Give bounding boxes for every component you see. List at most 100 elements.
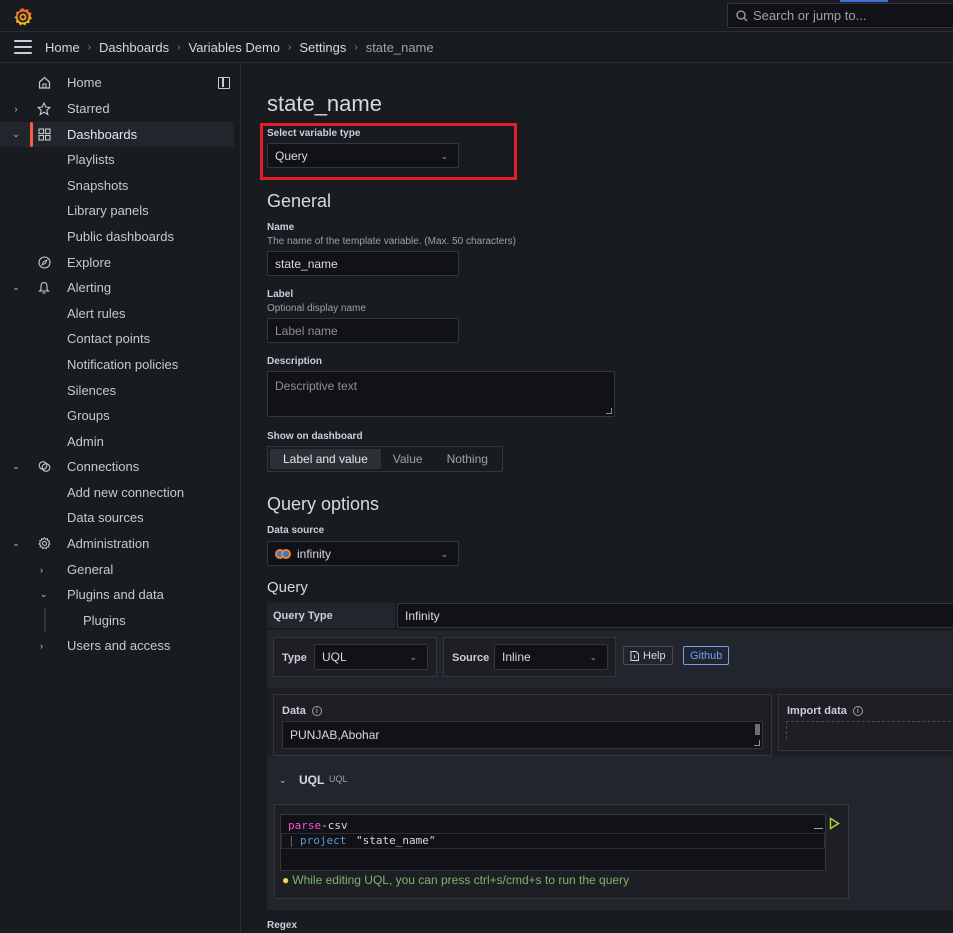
sidebar-item-data-sources[interactable]: Data sources [0,505,234,530]
sidebar-item-snapshots[interactable]: Snapshots [0,173,234,198]
sidebar-item-administration[interactable]: ⌄ Administration [0,531,234,556]
regex-label: Regex [267,920,298,931]
page-title: state_name [267,91,382,116]
nav-bar: Home › Dashboards › Variables Demo › Set… [0,32,953,63]
info-icon[interactable]: i [311,706,322,717]
sidebar-item-connections[interactable]: ⌄ Connections [0,454,234,479]
scrollbar-thumb[interactable] [755,724,760,735]
label-label: Label [267,289,294,300]
star-icon [37,101,51,116]
sidebar-item-public-dashboards[interactable]: Public dashboards [0,224,234,249]
sidebar-item-admin[interactable]: Admin [0,429,234,454]
sidebar-item-plugins[interactable]: Plugins [0,608,234,633]
search-placeholder: Search or jump to... [753,8,867,23]
menu-icon[interactable] [14,40,32,54]
chevron-right-icon[interactable]: › [11,104,21,114]
sidebar-item-home[interactable]: Home [0,70,234,95]
info-icon[interactable]: i [852,706,863,717]
chevron-down-icon: ⌄ [589,652,597,662]
sidebar-item-contact-points[interactable]: Contact points [0,326,234,351]
option-nothing[interactable]: Nothing [435,449,500,469]
chevron-down-icon: ⌄ [440,151,448,161]
search-icon [736,9,748,21]
chevron-down-icon: ⌄ [440,549,448,559]
file-drop-zone[interactable] [786,721,953,739]
sidebar-item-silences[interactable]: Silences [0,378,234,403]
document-info-icon [630,650,639,661]
import-data-label: Import data i [787,705,863,717]
sidebar: Home › Starred ⌄ Dashboards Playlists Sn… [0,64,241,933]
query-type-label: Query Type [267,603,395,628]
uql-tip: ● While editing UQL, you can press ctrl+s… [282,873,630,887]
variable-type-select[interactable]: Query ⌄ [267,143,459,168]
option-label-and-value[interactable]: Label and value [270,449,381,469]
resize-handle-icon[interactable] [606,408,612,414]
run-query-icon[interactable] [829,817,840,830]
name-description: The name of the template variable. (Max.… [267,236,517,247]
infinity-datasource-icon [275,548,291,559]
top-bar: Search or jump to... [0,0,953,32]
grafana-logo-icon[interactable] [12,6,34,28]
option-value[interactable]: Value [381,449,435,469]
sidebar-item-dashboards[interactable]: ⌄ Dashboards [0,122,234,147]
label-input[interactable]: Label name [267,318,459,343]
data-source-label: Data source [267,525,325,536]
github-button[interactable]: Github [683,646,730,665]
type-field-group: Type UQL ⌄ [273,637,437,677]
resize-handle-icon[interactable] [754,740,760,746]
breadcrumb: Home › Dashboards › Variables Demo › Set… [45,40,434,55]
sidebar-item-groups[interactable]: Groups [0,403,234,428]
compass-icon [37,256,51,270]
source-label: Source [452,652,490,664]
sidebar-item-starred[interactable]: › Starred [0,96,234,121]
chevron-right-icon: › [87,41,92,53]
help-button[interactable]: Help [623,646,673,665]
type-select[interactable]: UQL ⌄ [314,644,428,670]
lightbulb-icon: ● [282,873,290,887]
breadcrumb-dashboards[interactable]: Dashboards [99,40,169,55]
sidebar-item-alerting[interactable]: ⌄ Alerting [0,275,234,300]
chevron-down-icon[interactable]: ⌄ [11,538,21,549]
data-textarea[interactable]: PUNJAB,Abohar [282,721,763,749]
sidebar-item-alert-rules[interactable]: Alert rules [0,301,234,326]
main-content: state_name Select variable type Query ⌄ … [242,64,953,933]
sidebar-item-add-new-connection[interactable]: Add new connection [0,480,234,505]
apps-icon [37,128,51,142]
search-input[interactable]: Search or jump to... [727,3,953,28]
chevron-right-icon[interactable]: › [40,565,43,575]
sidebar-item-explore[interactable]: Explore [0,250,234,275]
type-label: Type [282,652,307,664]
data-label: Data i [282,705,322,717]
sidebar-item-users-and-access[interactable]: › Users and access [0,633,234,658]
chevron-down-icon[interactable]: ⌄ [11,282,21,293]
chevron-down-icon: ⌄ [409,652,417,662]
description-textarea[interactable]: Descriptive text [267,371,615,417]
uql-code-editor[interactable]: parse-csv | project "state_name" [280,814,826,871]
chevron-down-icon[interactable]: ⌄ [40,589,48,600]
sidebar-item-playlists[interactable]: Playlists [0,147,234,172]
label-description: Optional display name [267,303,366,314]
bell-icon [37,281,51,295]
minimize-icon[interactable] [814,828,823,829]
chevron-down-icon[interactable]: ⌄ [11,461,21,472]
breadcrumb-home[interactable]: Home [45,40,80,55]
breadcrumb-settings[interactable]: Settings [299,40,346,55]
chevron-right-icon[interactable]: › [40,641,43,651]
chevron-down-icon[interactable]: ⌄ [279,775,287,786]
source-select[interactable]: Inline ⌄ [494,644,608,670]
chevron-down-icon[interactable]: ⌄ [11,129,21,140]
sidebar-item-general[interactable]: › General [0,557,234,582]
sidebar-item-notification-policies[interactable]: Notification policies [0,352,234,377]
accent-indicator [840,0,888,2]
name-input[interactable]: state_name [267,251,459,276]
sidebar-item-library-panels[interactable]: Library panels [0,198,234,223]
connections-icon [37,460,51,474]
show-on-dashboard-radio-group: Label and value Value Nothing [267,446,503,472]
query-type-input[interactable]: Infinity [397,603,953,628]
breadcrumb-variables-demo[interactable]: Variables Demo [188,40,280,55]
tree-line [44,608,46,632]
general-heading: General [267,191,332,211]
data-source-select[interactable]: infinity ⌄ [267,541,459,566]
sidebar-item-plugins-and-data[interactable]: ⌄ Plugins and data [0,582,234,607]
dock-menu-icon[interactable] [218,77,230,89]
